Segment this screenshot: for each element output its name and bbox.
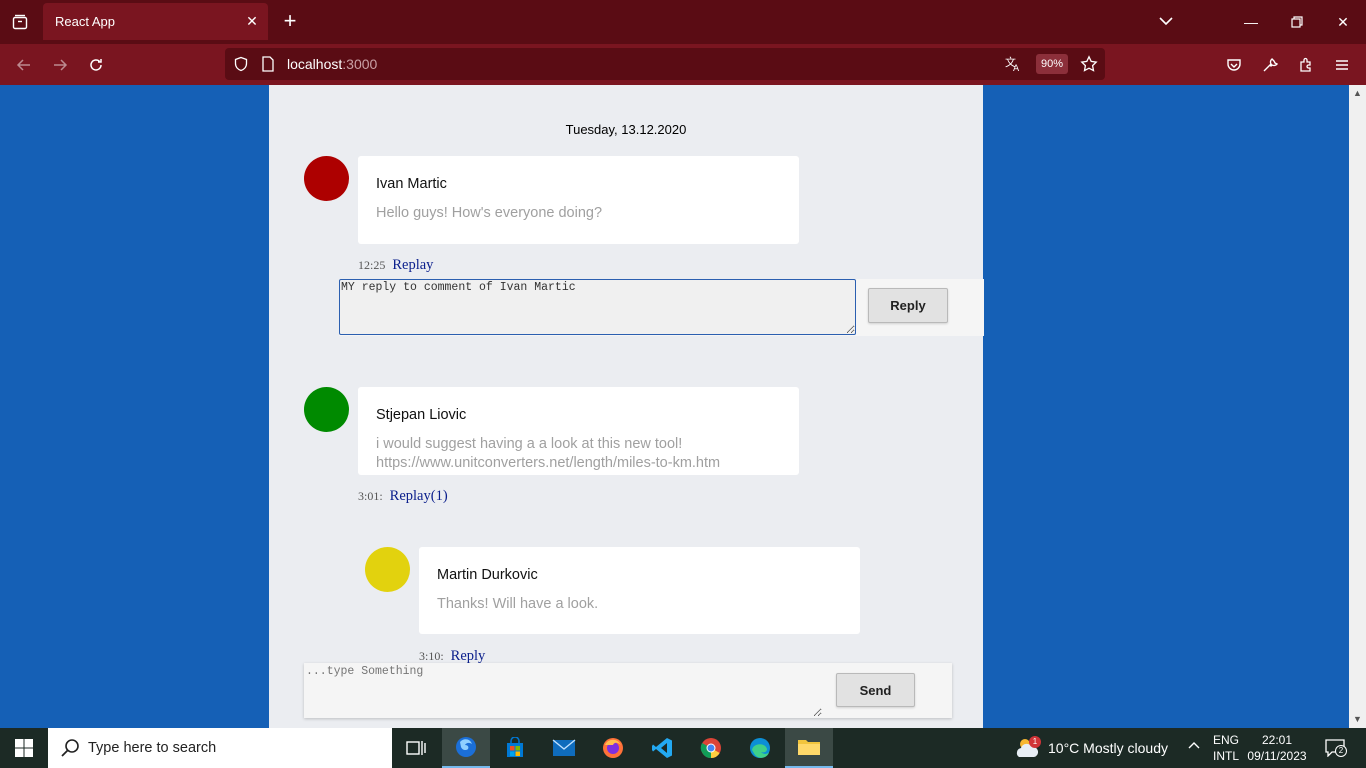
comment-bubble: Ivan Martic Hello guys! How's everyone d… [358,156,799,244]
shield-icon[interactable] [231,54,251,74]
keyboard-layout: INTL [1213,749,1240,763]
avatar [304,387,349,432]
vertical-scrollbar[interactable]: ▲ ▼ [1349,85,1366,728]
comments-panel: Tuesday, 13.12.2020 Ivan Martic Hello gu… [269,85,984,728]
zoom-level-badge[interactable]: 90% [1036,54,1068,74]
url-host: localhost [287,56,343,72]
pocket-icon[interactable] [1222,53,1246,77]
comment-time: 3:01: [358,489,383,503]
back-icon[interactable] [12,53,36,77]
scroll-up-icon[interactable]: ▲ [1352,88,1363,99]
new-tab-icon[interactable]: + [280,10,300,32]
send-form: Send [304,663,952,718]
translate-icon[interactable]: 文A [1003,54,1023,74]
comments-date: Tuesday, 13.12.2020 [565,122,687,137]
svg-text:A: A [1013,64,1020,73]
restore-icon[interactable] [1274,0,1320,44]
reply-textarea[interactable] [339,279,856,335]
microsoft-store-icon[interactable] [491,728,539,768]
wrench-icon[interactable] [1258,53,1282,77]
task-view-icon[interactable] [392,728,440,768]
url-port: :3000 [342,56,378,72]
send-button[interactable]: Send [836,673,915,707]
reply-author: Martin Durkovic [437,567,538,583]
browser-tab-react-app[interactable]: React App ✕ [43,3,268,40]
language-indicator[interactable]: ENG INTL [1213,732,1239,764]
scroll-down-icon[interactable]: ▼ [1352,714,1363,725]
language-code: ENG [1213,733,1240,747]
weather-icon[interactable]: 1 [1014,735,1042,761]
message-textarea[interactable] [304,663,822,717]
reply-button[interactable]: Reply [868,288,948,323]
reply-link[interactable]: Replay [392,257,433,273]
windows-start-icon[interactable] [0,728,48,768]
reply-message: Thanks! Will have a look. [437,596,599,612]
comment-meta: 12:25 Replay [358,257,433,274]
url-text[interactable]: localhost:3000 [287,56,377,72]
minimize-icon[interactable]: — [1228,0,1274,44]
comment-message: Hello guys! How's everyone doing? [376,205,603,221]
close-tab-icon[interactable]: ✕ [244,13,260,29]
mail-icon[interactable] [540,728,588,768]
search-icon [61,739,79,757]
page-viewport: Tuesday, 13.12.2020 Ivan Martic Hello gu… [0,85,1349,728]
notification-count: 2 [1335,745,1347,757]
extensions-icon[interactable] [1294,53,1318,77]
clock-date: 09/11/2023 [1247,749,1307,763]
page-icon [258,54,278,74]
chevron-down-icon[interactable] [1157,12,1175,33]
weather-badge: 1 [1029,736,1041,748]
notification-icon[interactable]: 2 [1325,739,1347,758]
edge-icon[interactable] [736,728,784,768]
tray-chevron-up-icon[interactable] [1187,738,1201,755]
windows-taskbar: Type here to search 1 10°C Mostly cloudy… [0,728,1366,768]
reply-link[interactable]: Reply [451,648,486,664]
chrome-icon[interactable] [687,728,735,768]
file-explorer-icon[interactable] [785,728,833,768]
url-bar[interactable]: localhost:3000 文A 90% [225,48,1105,80]
clock[interactable]: 22:01 09/11/2023 [1247,732,1307,764]
vscode-icon[interactable] [638,728,686,768]
reply-link[interactable]: Replay(1) [390,488,448,504]
comment-author: Stjepan Liovic [376,407,467,423]
tab-title: React App [55,14,115,29]
reload-icon[interactable] [84,53,108,77]
close-window-icon[interactable]: ✕ [1320,0,1366,44]
avatar [304,156,349,201]
firefox-dev-icon[interactable] [442,728,490,768]
window-controls: — ✕ [1228,0,1366,44]
taskbar-search-placeholder: Type here to search [88,740,217,756]
comment-meta: 3:01: Replay(1) [358,488,448,505]
reply-form: Reply [339,279,984,336]
weather-text[interactable]: 10°C Mostly cloudy [1048,740,1168,756]
comment-author: Ivan Martic [376,176,447,192]
comment-message: i would suggest having a a look at this … [376,436,721,471]
avatar [365,547,410,592]
comment-bubble: Stjepan Liovic i would suggest having a … [358,387,799,475]
reply-time: 3:10: [419,649,444,663]
forward-icon[interactable] [48,53,72,77]
taskbar-search-box[interactable]: Type here to search [48,728,392,768]
firefox-icon[interactable] [589,728,637,768]
comment-time: 12:25 [358,258,386,272]
hamburger-menu-icon[interactable] [1330,53,1354,77]
reply-bubble: Martin Durkovic Thanks! Will have a look… [419,547,860,634]
browser-tab-bar: React App ✕ + — ✕ [0,0,1366,44]
tab-list-icon[interactable] [8,10,32,34]
clock-time: 22:01 [1261,733,1293,747]
browser-nav-bar: localhost:3000 文A 90% [0,44,1366,85]
bookmark-star-icon[interactable] [1079,54,1099,74]
